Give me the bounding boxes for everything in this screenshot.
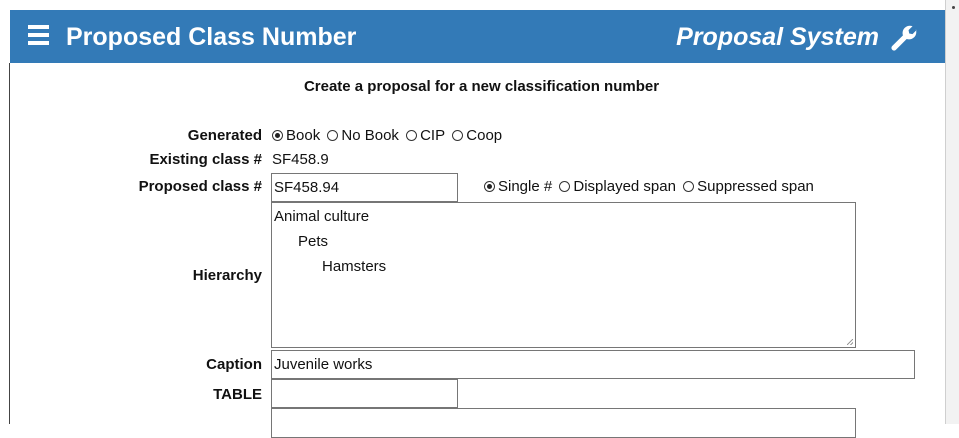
proposed-class-label: Proposed class # bbox=[138, 178, 262, 195]
existing-class-label: Existing class # bbox=[149, 151, 262, 168]
page-subtitle: Create a proposal for a new classificati… bbox=[303, 78, 660, 95]
radio-icon[interactable] bbox=[406, 130, 418, 141]
header-bar: Proposed Class Number Proposal System bbox=[10, 10, 945, 63]
hierarchy-label: Hierarchy bbox=[192, 267, 262, 284]
hamburger-menu-icon[interactable] bbox=[28, 25, 49, 45]
radio-icon[interactable] bbox=[559, 181, 571, 192]
generated-option-cip[interactable]: CIP bbox=[403, 127, 445, 145]
caption-label: Caption bbox=[206, 356, 262, 373]
page-title: Proposed Class Number bbox=[66, 23, 357, 51]
class-type-option-single[interactable]: Single # bbox=[484, 178, 552, 196]
class-type-radio-group: Single # Displayed span Suppressed span bbox=[484, 178, 814, 196]
generated-label: Generated bbox=[187, 127, 262, 144]
wrench-icon[interactable] bbox=[890, 24, 918, 52]
scrollbar[interactable] bbox=[945, 0, 959, 424]
system-name: Proposal System bbox=[676, 23, 879, 51]
radio-icon[interactable] bbox=[683, 181, 695, 192]
radio-icon[interactable] bbox=[452, 130, 464, 141]
generated-option-book[interactable]: Book bbox=[272, 127, 320, 145]
hierarchy-line: Hamsters bbox=[322, 258, 387, 275]
resize-grip-icon[interactable] bbox=[847, 339, 853, 345]
hierarchy-textarea[interactable]: Animal culture Pets Hamsters bbox=[271, 202, 856, 348]
generated-option-coop[interactable]: Coop bbox=[449, 127, 502, 145]
caption-input[interactable] bbox=[271, 350, 915, 379]
proposed-class-input[interactable] bbox=[271, 173, 458, 202]
scrollbar-arrow[interactable] bbox=[952, 6, 955, 9]
table-label: TABLE bbox=[213, 386, 262, 403]
radio-icon[interactable] bbox=[327, 130, 339, 141]
table-input[interactable] bbox=[271, 379, 458, 408]
hierarchy-line: Pets bbox=[298, 233, 329, 250]
generated-radio-group: Book No Book CIP Coop bbox=[272, 127, 502, 145]
existing-class-value: SF458.9 bbox=[272, 151, 329, 168]
class-type-option-displayed-span[interactable]: Displayed span bbox=[556, 178, 676, 196]
class-type-option-suppressed-span[interactable]: Suppressed span bbox=[680, 178, 814, 196]
generated-option-no-book[interactable]: No Book bbox=[324, 127, 399, 145]
radio-selected-icon[interactable] bbox=[272, 130, 283, 141]
radio-selected-icon[interactable] bbox=[484, 181, 495, 192]
next-field-textarea[interactable] bbox=[271, 408, 856, 438]
hierarchy-line: Animal culture bbox=[274, 208, 370, 225]
